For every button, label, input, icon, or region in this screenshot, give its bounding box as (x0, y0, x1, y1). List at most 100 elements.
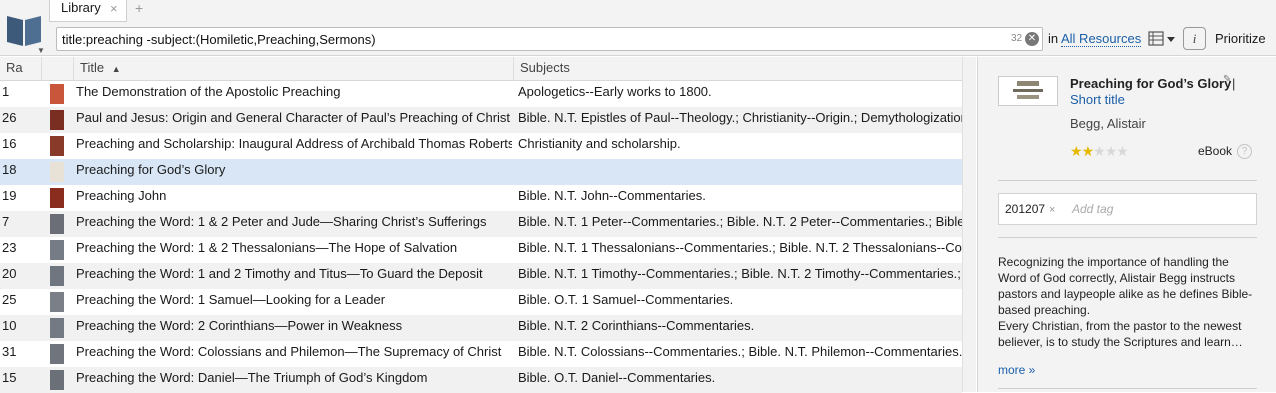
row-subjects: Apologetics--Early works to 1800. (518, 84, 712, 99)
star-icon[interactable]: ★ (1082, 143, 1095, 159)
tag-chip: 201207 × (1005, 202, 1055, 216)
row-rank: 26 (2, 110, 17, 125)
table-row[interactable]: 7 Preaching the Word: 1 & 2 Peter and Jud… (0, 211, 962, 237)
row-title[interactable]: Preaching and Scholarship: Inaugural Add… (76, 133, 512, 159)
row-title[interactable]: Paul and Jesus: Origin and General Chara… (76, 107, 512, 133)
star-icon[interactable]: ★ (1093, 143, 1106, 159)
more-link[interactable]: more » (998, 363, 1035, 377)
row-rank: 25 (2, 292, 17, 307)
prioritize-button[interactable]: Prioritize (1215, 31, 1266, 46)
row-subjects (518, 159, 962, 185)
row-cover-thumbnail (50, 110, 64, 130)
help-icon[interactable]: ? (1237, 144, 1252, 159)
book-author[interactable]: Begg, Alistair (1070, 116, 1146, 131)
add-tag-input[interactable]: Add tag (1072, 202, 1113, 216)
search-scope-prefix: in (1048, 31, 1059, 46)
column-header-subjects[interactable]: Subjects (514, 57, 962, 81)
library-icon[interactable] (4, 6, 44, 50)
tab-close-icon[interactable]: × (110, 1, 118, 17)
short-title-link[interactable]: Short title (1070, 92, 1125, 107)
row-rank: 18 (2, 162, 17, 177)
star-icon[interactable]: ★ (1116, 143, 1129, 159)
details-panel: Preaching for God’s Glory ✎ | Short titl… (977, 57, 1276, 392)
divider (998, 237, 1257, 238)
table-row[interactable]: 10 Preaching the Word: 2 Corinthians—Powe… (0, 315, 962, 341)
column-title-label: Title (80, 60, 105, 75)
table-row[interactable]: 20 Preaching the Word: 1 and 2 Timothy an… (0, 263, 962, 289)
row-cover-thumbnail (50, 318, 64, 338)
book-description: Recognizing the importance of handling t… (998, 254, 1256, 350)
row-title[interactable]: Preaching the Word: 2 Corinthians—Power … (76, 315, 512, 341)
row-rank: 23 (2, 240, 17, 255)
row-cover-thumbnail (50, 162, 64, 182)
row-subjects: Bible. N.T. 1 Timothy--Commentaries.; Bi… (518, 266, 962, 281)
new-tab-button[interactable]: + (135, 0, 143, 16)
row-title[interactable]: The Demonstration of the Apostolic Preac… (76, 81, 512, 107)
row-subjects: Christianity and scholarship. (518, 136, 681, 151)
row-subjects: Bible. O.T. 1 Samuel--Commentaries. (518, 292, 734, 307)
divider (998, 388, 1257, 389)
table-row[interactable]: 16 Preaching and Scholarship: Inaugural A… (0, 133, 962, 159)
row-cover-thumbnail (50, 84, 64, 104)
row-title[interactable]: Preaching the Word: Colossians and Phile… (76, 341, 512, 367)
row-rank: 20 (2, 266, 17, 281)
row-rank: 10 (2, 318, 17, 333)
table-row[interactable]: 25 Preaching the Word: 1 Samuel—Looking f… (0, 289, 962, 315)
table-row[interactable]: 15 Preaching the Word: Daniel—The Triumph… (0, 367, 962, 393)
row-subjects: Bible. N.T. 2 Corinthians--Commentaries. (518, 318, 755, 333)
tag-remove-icon[interactable]: × (1049, 204, 1055, 216)
row-rank: 1 (2, 84, 10, 99)
search-input[interactable] (62, 31, 992, 47)
row-cover-thumbnail (50, 214, 64, 234)
row-title[interactable]: Preaching the Word: 1 Samuel—Looking for… (76, 289, 512, 315)
table-row[interactable]: 31 Preaching the Word: Colossians and Phi… (0, 341, 962, 367)
vertical-scrollbar[interactable] (962, 57, 976, 392)
divider (998, 180, 1257, 181)
search-scope-dropdown[interactable]: All Resources (1061, 31, 1142, 47)
row-title[interactable]: Preaching the Word: 1 and 2 Timothy and … (76, 263, 512, 289)
row-title[interactable]: Preaching the Word: 1 & 2 Thessalonians—… (76, 237, 512, 263)
clear-search-icon[interactable]: ✕ (1025, 32, 1039, 46)
table-row[interactable]: 19 Preaching John Bible. N.T. John--Commen… (0, 185, 962, 211)
row-subjects: Bible. N.T. Epistles of Paul--Theology.;… (518, 110, 962, 125)
row-cover-thumbnail (50, 266, 64, 286)
tab-label: Library (61, 0, 101, 15)
description-paragraph: Every Christian, from the pastor to the … (998, 319, 1243, 349)
column-header-rank[interactable]: Ra (0, 57, 42, 81)
title-separator: | (1232, 76, 1236, 91)
edit-pencil-icon[interactable]: ✎ (1223, 74, 1231, 85)
row-cover-thumbnail (50, 344, 64, 364)
table-row[interactable]: 18 Preaching for God’s Glory (0, 159, 962, 185)
rating-stars[interactable]: ★★★★★ (1070, 143, 1129, 160)
row-title[interactable]: Preaching the Word: Daniel—The Triumph o… (76, 367, 512, 393)
row-title[interactable]: Preaching for God’s Glory (76, 159, 512, 185)
row-subjects: Bible. N.T. 1 Peter--Commentaries.; Bibl… (518, 214, 962, 229)
tag-label: 201207 (1005, 202, 1046, 216)
row-subjects: Bible. N.T. Colossians--Commentaries.; B… (518, 344, 962, 359)
column-header-cover[interactable] (42, 57, 74, 81)
column-header-title[interactable]: Title ▲ (74, 57, 514, 81)
row-cover-thumbnail (50, 292, 64, 312)
row-subjects: Bible. O.T. Daniel--Commentaries. (518, 370, 716, 385)
tag-box[interactable]: 201207 × Add tag (998, 193, 1257, 225)
tab-library[interactable]: Library × (49, 0, 127, 22)
library-menu-caret-icon[interactable]: ▼ (37, 46, 45, 55)
row-cover-thumbnail (50, 188, 64, 208)
view-options-icon[interactable] (1148, 31, 1176, 47)
table-row[interactable]: 1 The Demonstration of the Apostolic Prea… (0, 81, 962, 107)
result-count: 32 (1011, 33, 1023, 44)
row-title[interactable]: Preaching the Word: 1 & 2 Peter and Jude… (76, 211, 512, 237)
table-header: Ra Title ▲ Subjects (0, 57, 962, 81)
row-title[interactable]: Preaching John (76, 185, 512, 211)
table-row[interactable]: 26 Paul and Jesus: Origin and General Cha… (0, 107, 962, 133)
row-cover-thumbnail (50, 370, 64, 390)
star-icon[interactable]: ★ (1070, 143, 1083, 159)
star-icon[interactable]: ★ (1105, 143, 1118, 159)
book-cover-image (998, 76, 1058, 106)
description-paragraph: Recognizing the importance of handling t… (998, 255, 1253, 317)
table-row[interactable]: 23 Preaching the Word: 1 & 2 Thessalonian… (0, 237, 962, 263)
book-title[interactable]: Preaching for God’s Glory (1070, 76, 1231, 91)
row-cover-thumbnail (50, 240, 64, 260)
row-rank: 16 (2, 136, 17, 151)
info-button[interactable]: i (1183, 27, 1206, 50)
